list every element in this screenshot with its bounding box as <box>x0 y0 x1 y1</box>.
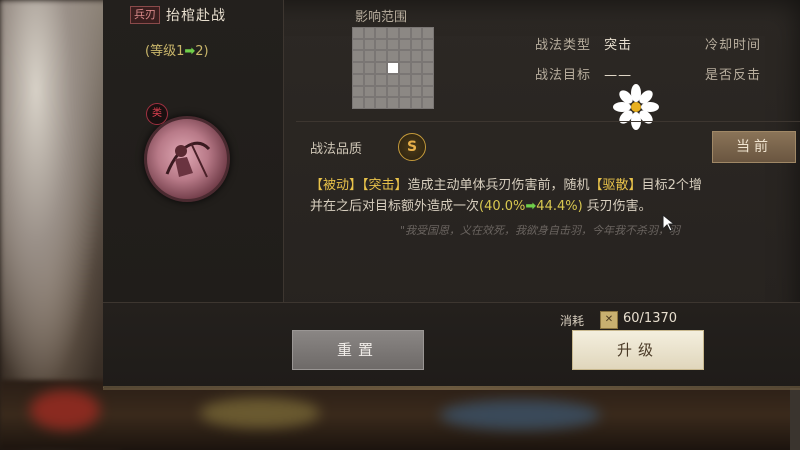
range-cell <box>423 98 433 108</box>
range-cell <box>376 86 387 97</box>
description-text-3: 并在之后对目标额外造成一次 <box>310 199 480 214</box>
range-cell <box>364 28 375 38</box>
range-cell <box>411 51 422 62</box>
skill-target-value: —— <box>604 68 633 83</box>
skill-target-row: 战法目标 —— <box>535 64 632 83</box>
range-cell <box>399 98 410 108</box>
range-cell <box>423 63 433 73</box>
range-cell <box>423 86 433 97</box>
skill-category-badge: 类 <box>146 103 168 125</box>
damage-pct-from: (40.0% <box>479 199 526 214</box>
range-cell <box>364 63 375 73</box>
range-label: 影响范围 <box>355 10 408 25</box>
range-cell <box>388 39 398 50</box>
range-cell <box>399 74 410 85</box>
level-arrow-icon: ➡ <box>184 44 196 59</box>
range-cell <box>376 98 387 108</box>
skill-quote: "我受国恩，义在效死，我欲身自击羽，今年我不杀羽，羽 <box>400 224 681 237</box>
range-cell <box>388 86 398 97</box>
range-cell <box>353 63 363 73</box>
upgrade-button[interactable]: 升级 <box>572 330 704 370</box>
pct-arrow-icon: ➡ <box>525 199 537 214</box>
level-prefix: (等级1 <box>145 44 185 59</box>
skill-type-label: 战法类型 <box>535 38 592 53</box>
skill-target-label: 战法目标 <box>535 68 592 83</box>
range-cell <box>376 28 387 38</box>
range-cell <box>399 28 410 38</box>
range-cell <box>364 51 375 62</box>
counter-label: 是否反击 <box>705 68 762 83</box>
level-suffix: 2) <box>195 44 209 59</box>
range-cell <box>376 74 387 85</box>
range-cell <box>411 98 422 108</box>
description-text-2: 目标2个增 <box>641 178 702 193</box>
skill-type-row: 战法类型 突击 <box>535 34 632 53</box>
range-cell <box>376 63 387 73</box>
description-text-1: 造成主动单体兵刃伤害前，随机 <box>407 178 590 193</box>
cost-label: 消耗 <box>560 314 585 328</box>
keyword-assault: 【突击】 <box>362 178 408 193</box>
range-cell <box>399 86 410 97</box>
range-cell <box>411 86 422 97</box>
range-cell <box>353 39 363 50</box>
range-cell <box>388 98 398 108</box>
quality-grade-badge: S <box>398 133 426 161</box>
range-cell <box>399 39 410 50</box>
quality-label: 战法品质 <box>310 142 363 157</box>
skill-level: (等级1➡2) <box>145 40 209 59</box>
skill-icon[interactable] <box>144 116 230 202</box>
range-grid <box>352 27 434 109</box>
range-cell <box>353 28 363 38</box>
range-cell <box>423 51 433 62</box>
range-cell <box>376 51 387 62</box>
skill-header: 兵刃 抬棺赴战 <box>130 4 226 26</box>
range-cell <box>423 28 433 38</box>
panel-border <box>103 386 800 390</box>
range-cell <box>399 63 410 73</box>
reset-button[interactable]: 重置 <box>292 330 424 370</box>
skill-type-tag: 兵刃 <box>130 6 160 24</box>
keyword-passive: 【被动】 <box>310 178 363 193</box>
range-cell <box>411 28 422 38</box>
skill-description: 【被动】【突击】造成主动单体兵刃伤害前，随机【驱散】目标2个增 并在之后对目标额… <box>310 175 702 217</box>
cost-resource-icon: ✕ <box>600 311 618 329</box>
description-text-4: 兵刃伤害。 <box>586 199 652 214</box>
range-cell <box>411 74 422 85</box>
range-cell <box>353 98 363 108</box>
range-cell <box>423 39 433 50</box>
range-cell <box>353 51 363 62</box>
flower-icon <box>612 83 660 135</box>
description-line-1: 【被动】【突击】造成主动单体兵刃伤害前，随机【驱散】目标2个增 <box>310 175 702 196</box>
range-cell <box>376 39 387 50</box>
range-cell <box>364 74 375 85</box>
keyword-dispel: 【驱散】 <box>589 178 642 193</box>
range-cell <box>353 86 363 97</box>
background-bottom <box>0 380 800 450</box>
range-cell <box>364 86 375 97</box>
range-cell <box>364 98 375 108</box>
range-cell <box>364 39 375 50</box>
range-cell <box>388 51 398 62</box>
range-cell-target <box>388 63 398 73</box>
current-button[interactable]: 当前 <box>712 131 796 163</box>
cost-value: 60/1370 <box>623 311 678 326</box>
range-cell <box>411 39 422 50</box>
range-cell <box>353 74 363 85</box>
warrior-icon <box>165 141 211 178</box>
range-cell <box>411 63 422 73</box>
damage-pct-to: 44.4%) <box>536 199 583 214</box>
skill-name: 抬棺赴战 <box>166 8 226 24</box>
range-cell <box>388 74 398 85</box>
cooldown-label: 冷却时间 <box>705 38 762 53</box>
section-divider <box>296 121 800 122</box>
range-cell <box>399 51 410 62</box>
mouse-cursor-icon <box>662 213 676 236</box>
skill-type-value: 突击 <box>604 38 633 53</box>
range-cell <box>423 74 433 85</box>
range-cell <box>388 28 398 38</box>
description-line-2: 并在之后对目标额外造成一次(40.0%➡44.4%) 兵刃伤害。 <box>310 196 702 217</box>
